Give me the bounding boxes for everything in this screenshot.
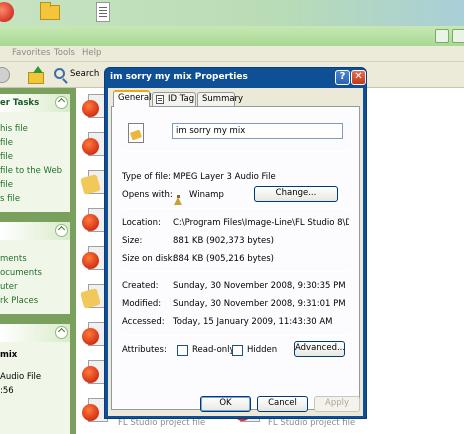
general-tab-panel: im sorry my mix Type of file: MPEG Layer… — [111, 106, 360, 410]
size-on-disk-value: 884 KB (905,216 bytes) — [173, 254, 274, 264]
type-value: MPEG Layer 3 Audio File — [173, 172, 276, 182]
menu-favorites[interactable]: Favorites — [12, 48, 50, 58]
other-places-panel: ments ocuments uter rk Places — [0, 222, 70, 314]
folder-up-icon[interactable] — [28, 66, 44, 84]
hidden-label[interactable]: Hidden — [247, 345, 277, 355]
collapse-chevron-icon[interactable] — [55, 224, 68, 237]
read-only-checkbox[interactable] — [177, 345, 188, 356]
details-name: mix — [0, 350, 18, 360]
details-header[interactable] — [0, 324, 70, 342]
app-shortcut-icon[interactable] — [0, 2, 14, 22]
fl-project-file-icon[interactable] — [82, 398, 108, 422]
accessed-label: Accessed: — [122, 317, 165, 327]
type-label: Type of file: — [122, 172, 171, 182]
cancel-button[interactable]: Cancel — [257, 396, 308, 412]
dialog-titlebar[interactable]: im sorry my mix Properties ? ✕ — [108, 68, 366, 88]
fl-project-file-icon[interactable] — [82, 322, 108, 346]
collapse-chevron-icon[interactable] — [55, 96, 68, 109]
modified-value: Sunday, 30 November 2008, 9:31:01 PM — [173, 299, 346, 309]
search-label: Search — [70, 69, 100, 79]
file-label: FL Studio project file — [118, 418, 206, 428]
winamp-icon — [173, 195, 184, 206]
file-tasks-panel: er Tasks his file file file file to the … — [0, 94, 70, 212]
opens-with-label: Opens with: — [122, 190, 173, 200]
close-button[interactable]: ✕ — [351, 70, 366, 85]
tab-general[interactable]: General — [113, 90, 152, 107]
file-label: FL Studio project file — [268, 418, 356, 428]
audio-file-icon — [128, 123, 144, 143]
audio-file-icon[interactable] — [84, 284, 108, 308]
size-value: 881 KB (902,373 bytes) — [173, 236, 274, 246]
location-label: Location: — [122, 218, 161, 228]
task-link[interactable]: s file — [0, 194, 20, 204]
attributes-label: Attributes: — [122, 345, 167, 355]
document-icon[interactable] — [96, 2, 110, 22]
tag-icon — [156, 95, 164, 104]
tab-summary[interactable]: Summary — [197, 92, 243, 106]
fl-project-file-icon[interactable] — [82, 132, 108, 156]
close-window-button[interactable] — [452, 29, 464, 43]
file-tasks-header[interactable]: er Tasks — [0, 94, 70, 112]
size-label: Size: — [122, 236, 143, 246]
collapse-chevron-icon[interactable] — [55, 326, 68, 339]
menu-help[interactable]: Help — [82, 48, 101, 58]
modified-label: Modified: — [122, 299, 162, 309]
task-link[interactable]: his file — [0, 124, 28, 134]
fl-project-file-icon[interactable] — [82, 246, 108, 270]
advanced-button[interactable]: Advanced... — [294, 341, 345, 357]
task-link[interactable]: file — [0, 180, 13, 190]
task-link[interactable]: file — [0, 138, 13, 148]
size-on-disk-label: Size on disk: — [122, 254, 176, 264]
help-button[interactable]: ? — [335, 70, 350, 85]
place-link[interactable]: rk Places — [0, 296, 38, 306]
dialog-body: General ID Tag Summary im sorry my mix T… — [108, 88, 363, 416]
search-icon — [54, 68, 65, 79]
audio-file-icon[interactable] — [84, 170, 108, 194]
separator — [122, 271, 350, 272]
separator — [122, 151, 350, 152]
file-name-field[interactable]: im sorry my mix — [172, 123, 343, 139]
details-panel: mix Audio File :56 — [0, 324, 70, 434]
read-only-label[interactable]: Read-only — [192, 345, 235, 355]
created-value: Sunday, 30 November 2008, 9:30:35 PM — [173, 281, 346, 291]
other-places-header[interactable] — [0, 222, 70, 240]
desktop-strip — [0, 0, 464, 26]
search-button[interactable]: Search — [52, 65, 100, 85]
forward-button[interactable] — [0, 67, 10, 83]
task-link[interactable]: file to the Web — [0, 166, 62, 176]
dialog-title: im sorry my mix Properties — [110, 72, 248, 82]
separator — [122, 208, 350, 209]
folder-icon[interactable] — [40, 2, 60, 20]
restore-button[interactable] — [435, 29, 449, 43]
location-value: C:\Program Files\Image-Line\FL Studio 8\… — [173, 218, 349, 228]
place-link[interactable]: ocuments — [0, 268, 42, 278]
tab-id-tag[interactable]: ID Tag — [152, 92, 196, 106]
details-type: Audio File — [0, 372, 42, 382]
place-link[interactable]: uter — [0, 282, 17, 292]
place-link[interactable]: ments — [0, 254, 27, 264]
details-time: :56 — [0, 386, 14, 396]
fl-project-file-icon[interactable] — [82, 360, 108, 384]
fl-project-file-icon[interactable] — [82, 208, 108, 232]
menu-bar: Favorites Tools Help — [0, 46, 464, 62]
separator — [122, 335, 350, 336]
task-link[interactable]: file — [0, 152, 13, 162]
fl-project-file-icon[interactable] — [82, 94, 108, 118]
hidden-checkbox[interactable] — [232, 345, 243, 356]
opens-with-value: Winamp — [189, 190, 224, 200]
change-button[interactable]: Change... — [254, 186, 338, 202]
explorer-titlebar — [0, 26, 464, 46]
task-pane: er Tasks his file file file file to the … — [0, 88, 76, 434]
properties-dialog: im sorry my mix Properties ? ✕ General I… — [104, 67, 367, 419]
menu-tools[interactable]: Tools — [54, 48, 75, 58]
created-label: Created: — [122, 281, 159, 291]
accessed-value: Today, 15 January 2009, 11:43:30 AM — [173, 317, 333, 327]
apply-button[interactable]: Apply — [314, 396, 360, 412]
ok-button[interactable]: OK — [200, 396, 251, 412]
